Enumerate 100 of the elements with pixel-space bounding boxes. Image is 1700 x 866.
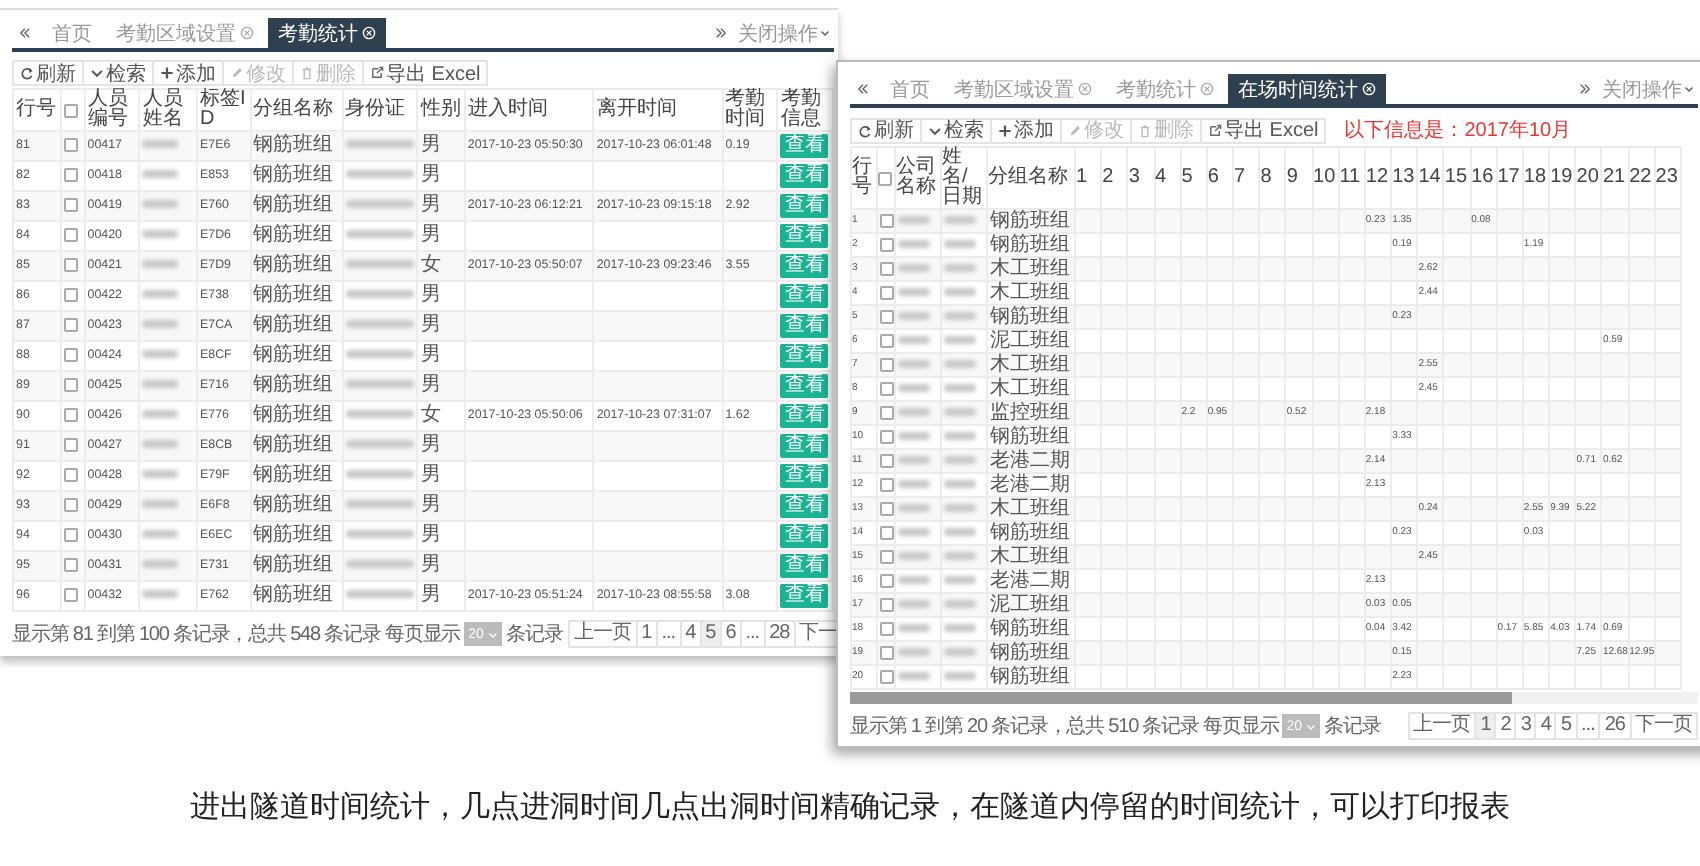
checkbox[interactable] [880,621,894,636]
tab[interactable]: 考勤统计 [268,18,386,48]
view-button[interactable]: 查看 [780,344,829,368]
checkbox[interactable] [63,227,78,242]
page-button[interactable]: ... [739,620,766,648]
checkbox[interactable] [880,669,894,684]
toolbar-button[interactable]: 检索 [82,60,154,86]
page-button[interactable]: 4 [1534,712,1557,740]
checkbox[interactable] [880,645,894,660]
checkbox[interactable] [880,549,894,564]
checkbox[interactable] [63,257,78,272]
view-button[interactable]: 查看 [780,194,829,218]
checkbox[interactable] [880,285,894,300]
view-button[interactable]: 查看 [780,374,829,398]
checkbox[interactable] [63,197,78,212]
checkbox[interactable] [63,287,78,302]
view-button[interactable]: 查看 [780,314,829,338]
page-button[interactable]: 3 [1514,712,1537,740]
tab[interactable]: 首页 [880,74,940,104]
page-button[interactable]: 26 [1598,712,1631,740]
checkbox[interactable] [63,347,78,362]
checkbox[interactable] [63,467,78,482]
horizontal-scrollbar[interactable] [850,692,1698,704]
page-button[interactable]: ... [655,620,682,648]
table-cell: 男 [420,224,441,246]
checkbox[interactable] [63,317,78,332]
checkbox[interactable] [880,453,894,468]
checkbox[interactable] [63,557,78,572]
view-button[interactable]: 查看 [780,494,829,518]
checkbox[interactable] [63,377,78,392]
checkbox[interactable] [880,333,894,348]
column-header: 15 [1444,168,1470,188]
page-button[interactable]: 5 [1554,712,1578,740]
checkbox[interactable] [880,573,894,588]
column-header: 标签ID [200,90,248,130]
checkbox[interactable] [878,171,892,185]
blurred-text [142,590,179,599]
checkbox[interactable] [880,405,894,420]
view-button[interactable]: 查看 [780,434,829,458]
view-button[interactable]: 查看 [780,254,829,278]
view-button[interactable]: 查看 [780,464,829,488]
checkbox[interactable] [880,525,894,540]
toolbar-button[interactable]: 添加 [990,117,1062,143]
view-button[interactable]: 查看 [780,164,829,188]
checkbox[interactable] [880,477,894,492]
toolbar-button[interactable]: 检索 [920,117,992,143]
view-button[interactable]: 查看 [780,224,829,248]
toolbar-button[interactable]: 添加 [152,60,224,86]
view-button[interactable]: 查看 [780,134,829,158]
checkbox[interactable] [880,309,894,324]
checkbox[interactable] [880,381,894,396]
blurred-text [345,470,414,479]
page-button[interactable]: 5 [699,620,722,648]
tab[interactable]: 在场时间统计 [1228,74,1386,104]
view-button[interactable]: 查看 [780,584,829,608]
page-button[interactable]: 下一页 [1629,712,1698,740]
checkbox[interactable] [63,527,78,542]
tab[interactable]: 考勤区域设置 [106,18,264,48]
checkbox[interactable] [880,501,894,516]
blurred-text [944,576,976,585]
checkbox[interactable] [880,429,894,444]
checkbox[interactable] [880,237,894,252]
checkbox[interactable] [880,357,894,372]
column-header: 行号 [16,100,58,120]
toolbar-button[interactable]: 导出 Excel [1200,117,1327,143]
checkbox[interactable] [63,437,78,452]
checkbox[interactable] [63,137,78,152]
refresh-icon [20,66,34,80]
page-button[interactable]: 上一页 [568,620,638,648]
double-chevron-icon [714,26,728,40]
checkbox[interactable] [63,103,78,117]
tab[interactable]: 首页 [42,18,102,48]
checkbox[interactable] [880,261,894,276]
page-button[interactable]: 1 [1474,712,1497,740]
page-button[interactable]: ... [1575,712,1601,740]
page-button[interactable]: 1 [635,620,658,648]
tab[interactable]: 考勤统计 [1106,74,1224,104]
blurred-text [944,384,976,393]
blurred-text [142,470,179,479]
checkbox[interactable] [880,213,894,228]
view-button[interactable]: 查看 [780,524,829,548]
toolbar-button[interactable]: 导出 Excel [362,60,489,86]
checkbox[interactable] [63,587,78,602]
view-button[interactable]: 查看 [780,554,829,578]
checkbox[interactable] [63,167,78,182]
dropdown-menu[interactable]: 关闭操作 [738,19,834,47]
checkbox[interactable] [880,597,894,612]
page-button[interactable]: 2 [1494,712,1517,740]
checkbox[interactable] [63,497,78,512]
view-button[interactable]: 查看 [780,284,829,308]
view-button[interactable]: 查看 [780,404,829,428]
toolbar-button[interactable]: 刷新 [12,60,84,86]
blurred-text [142,140,179,149]
page-button[interactable]: 28 [763,620,796,648]
tab[interactable]: 考勤区域设置 [944,74,1102,104]
toolbar-button[interactable]: 刷新 [850,117,922,143]
table-cell: 钢筋班组 [253,404,334,426]
checkbox[interactable] [63,407,78,422]
page-button[interactable]: 6 [719,620,742,648]
dropdown-menu[interactable]: 关闭操作 [1602,75,1698,103]
